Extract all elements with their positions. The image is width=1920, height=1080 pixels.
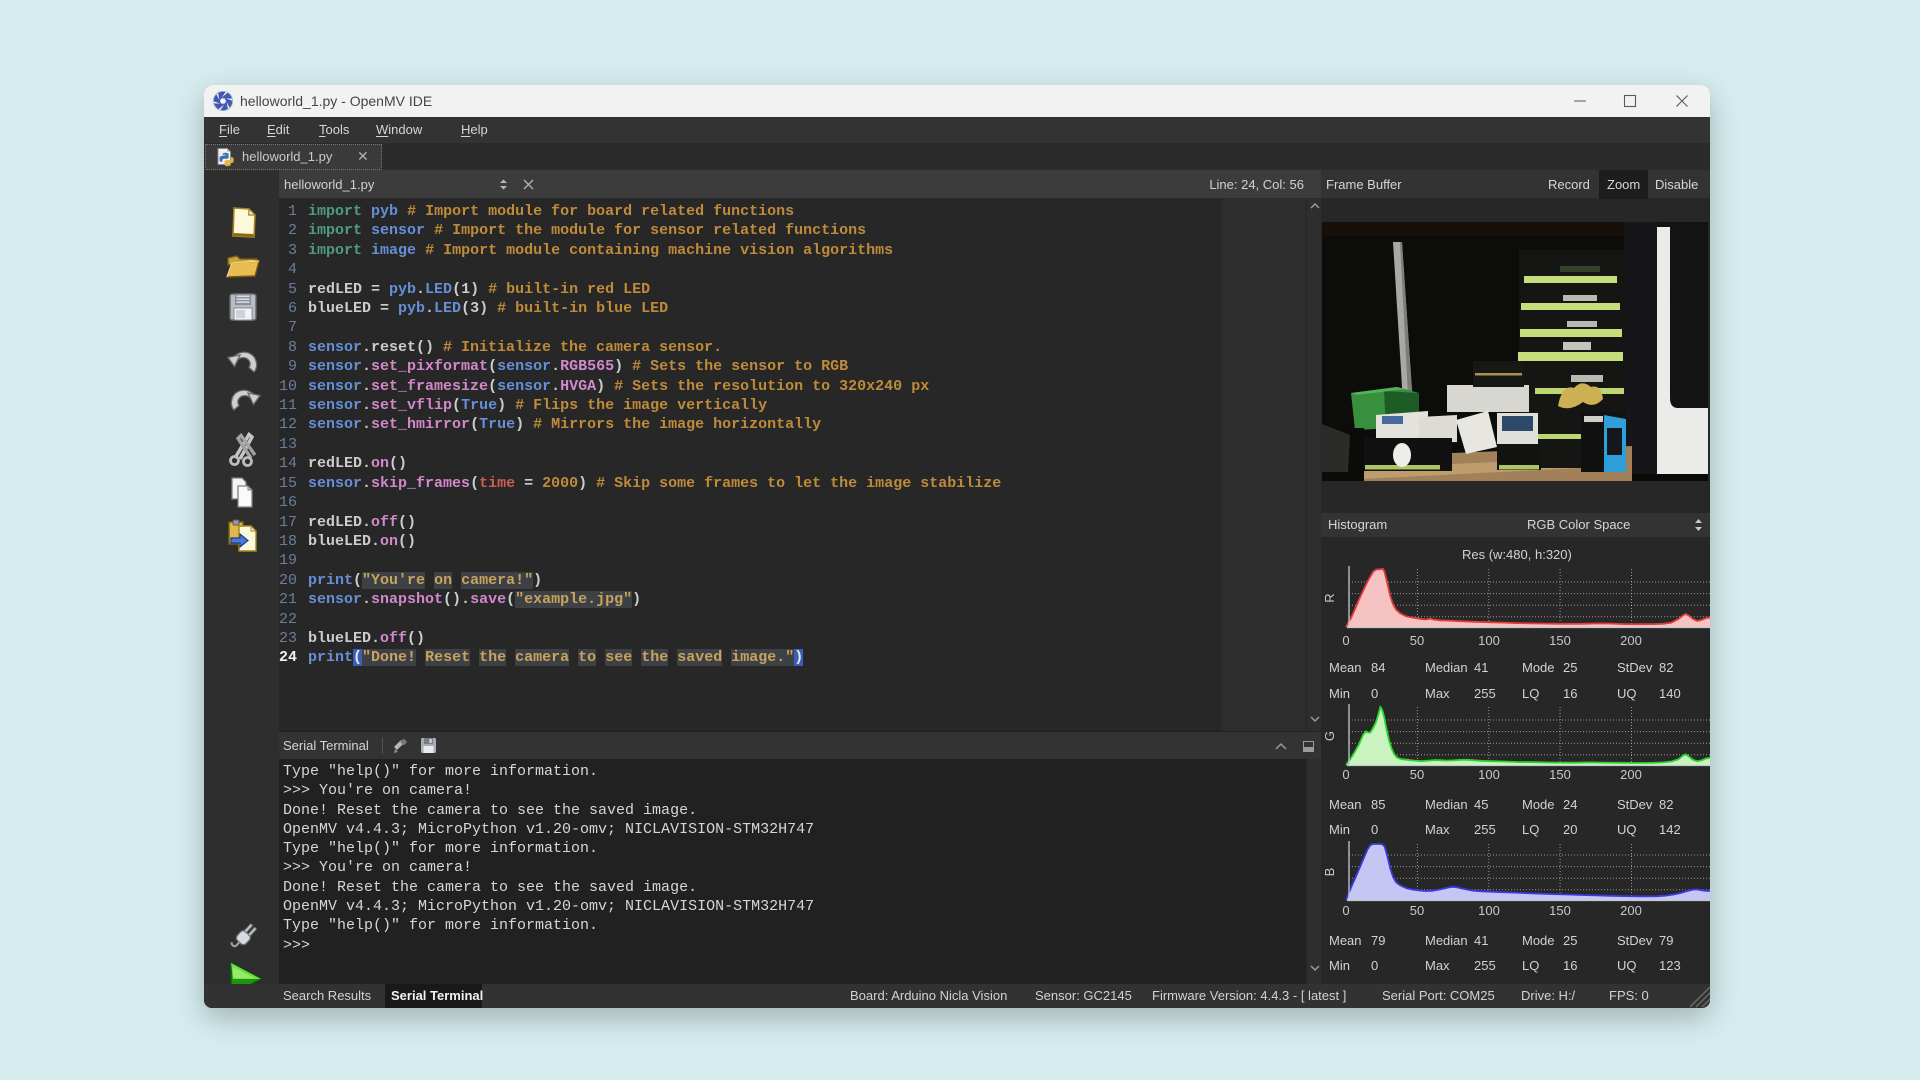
- svg-text:150: 150: [1549, 767, 1571, 782]
- svg-text:100: 100: [1478, 633, 1500, 648]
- svg-text:R: R: [1322, 593, 1337, 602]
- svg-text:200: 200: [1620, 903, 1642, 918]
- svg-text:150: 150: [1549, 633, 1571, 648]
- svg-text:0: 0: [1342, 633, 1349, 648]
- svg-text:0: 0: [1342, 767, 1349, 782]
- svg-text:200: 200: [1620, 633, 1642, 648]
- svg-text:150: 150: [1549, 903, 1571, 918]
- svg-text:0: 0: [1342, 903, 1349, 918]
- svg-text:100: 100: [1478, 903, 1500, 918]
- svg-text:50: 50: [1410, 903, 1424, 918]
- svg-text:B: B: [1322, 868, 1337, 877]
- svg-text:100: 100: [1478, 767, 1500, 782]
- svg-text:200: 200: [1620, 767, 1642, 782]
- svg-text:G: G: [1322, 731, 1337, 741]
- svg-text:50: 50: [1410, 633, 1424, 648]
- svg-text:50: 50: [1410, 767, 1424, 782]
